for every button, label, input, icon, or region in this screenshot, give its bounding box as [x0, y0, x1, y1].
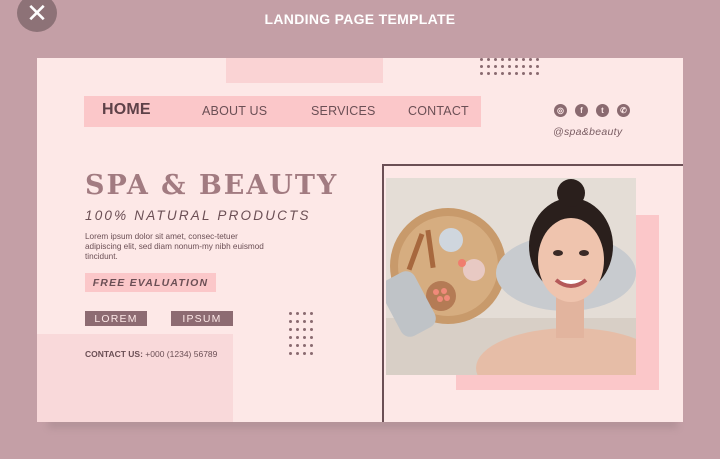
- main-nav: HOME ABOUT US SERVICES CONTACT: [84, 96, 481, 127]
- nav-home[interactable]: HOME: [102, 101, 151, 119]
- hero-body: Lorem ipsum dolor sit amet, consec-tetue…: [85, 232, 264, 261]
- social-links: ◎ f t ✆: [554, 104, 630, 117]
- spa-woman-image: [386, 178, 636, 375]
- contact-info: CONTACT US: +000 (1234) 56789: [85, 349, 217, 359]
- decor-dots-mid: [289, 312, 313, 355]
- facebook-icon[interactable]: f: [575, 104, 588, 117]
- hero-subhead: 100% NATURAL PRODUCTS: [85, 208, 311, 223]
- nav-contact[interactable]: CONTACT: [408, 104, 469, 118]
- decor-block-left: [37, 334, 233, 422]
- page-title: LANDING PAGE TEMPLATE: [264, 11, 456, 27]
- nav-about-us[interactable]: ABOUT US: [202, 104, 267, 118]
- decor-dots-top: [480, 58, 539, 75]
- twitter-icon[interactable]: t: [596, 104, 609, 117]
- lorem-button[interactable]: LOREM: [85, 311, 147, 326]
- hero-photo: [386, 178, 636, 375]
- contact-label: CONTACT US:: [85, 349, 143, 359]
- decor-block-top: [226, 58, 383, 83]
- social-handle: @spa&beauty: [553, 126, 623, 138]
- hero-headline: SPA & BEAUTY: [85, 170, 339, 201]
- free-evaluation-button[interactable]: FREE EVALUATION: [85, 273, 216, 292]
- nav-services[interactable]: SERVICES: [311, 104, 376, 118]
- instagram-icon[interactable]: ◎: [554, 104, 567, 117]
- ipsum-button[interactable]: IPSUM: [171, 311, 233, 326]
- contact-phone[interactable]: +000 (1234) 56789: [145, 349, 217, 359]
- whatsapp-icon[interactable]: ✆: [617, 104, 630, 117]
- landing-card: HOME ABOUT US SERVICES CONTACT ◎ f t ✆ @…: [37, 58, 683, 422]
